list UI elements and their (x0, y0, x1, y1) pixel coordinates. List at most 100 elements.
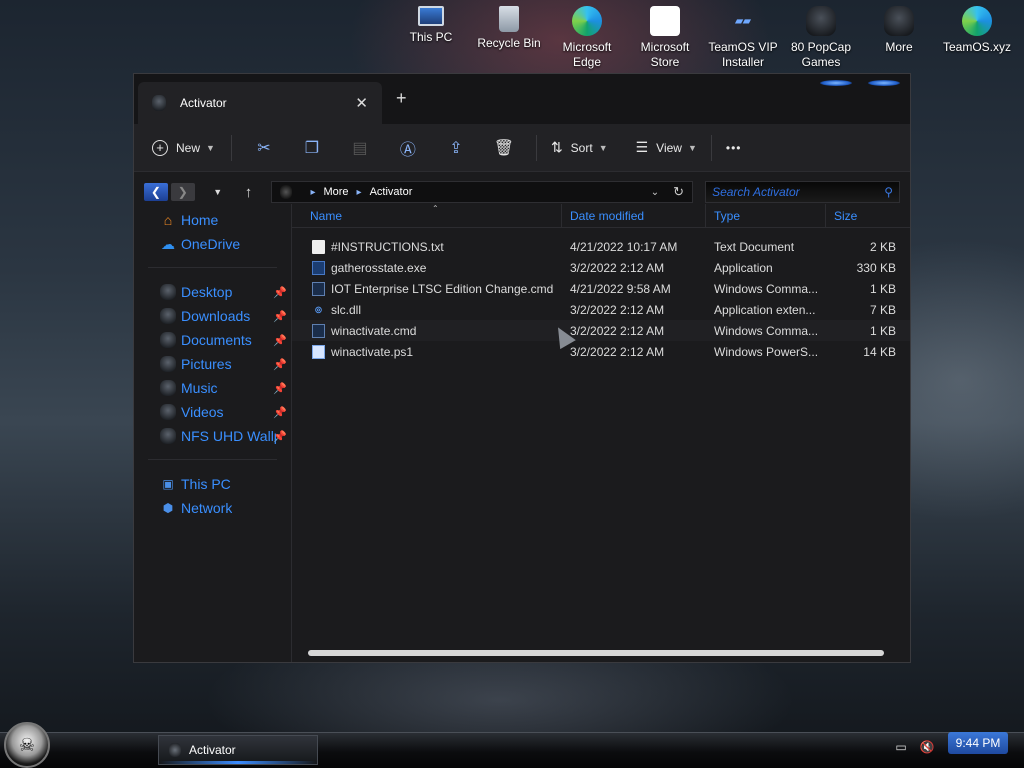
sidebar-item-documents[interactable]: Documents 📌 (134, 328, 291, 352)
new-button[interactable]: + New ▼ (152, 139, 215, 156)
paste-icon[interactable]: ▤ (336, 138, 384, 158)
desktop-icon-popcap-games[interactable]: 80 PopCap Games (782, 6, 860, 70)
up-button[interactable]: ↑ (237, 183, 261, 201)
back-button[interactable]: ❮ (144, 183, 168, 201)
file-row[interactable]: ◎ slc.dll 3/2/2022 2:12 AM Application ex… (292, 299, 910, 320)
file-date: 4/21/2022 9:58 AM (570, 281, 671, 296)
desktop-icon-microsoft-store[interactable]: Microsoft Store (626, 6, 704, 70)
file-type: Windows PowerS... (714, 344, 819, 359)
folder-icon (806, 6, 836, 36)
file-type: Windows Comma... (714, 323, 819, 338)
skull-logo-icon: ☠ (18, 734, 36, 755)
divider (134, 448, 291, 472)
close-tab-button[interactable]: ✕ (355, 94, 368, 112)
desktop-icon-recycle-bin[interactable]: Recycle Bin (470, 6, 548, 70)
file-type: Windows Comma... (714, 281, 819, 296)
see-more-button[interactable]: ••• (726, 141, 742, 155)
sidebar-item-music[interactable]: Music 📌 (134, 376, 291, 400)
sidebar-item-downloads[interactable]: Downloads 📌 (134, 304, 291, 328)
desktop-icon-teamos-xyz[interactable]: TeamOS.xyz (938, 6, 1016, 70)
desktop-icon-label: TeamOS VIP Installer (708, 40, 778, 69)
horizontal-scrollbar[interactable] (308, 650, 884, 656)
divider (535, 134, 537, 161)
column-header-type[interactable]: Type (706, 203, 826, 228)
pin-icon: 📌 (273, 430, 287, 443)
desktop-icon-this-pc[interactable]: This PC (392, 6, 470, 70)
refresh-icon[interactable]: ↻ (673, 184, 684, 200)
file-row[interactable]: gatherosstate.exe 3/2/2022 2:12 AM Appli… (292, 257, 910, 278)
file-row[interactable]: IOT Enterprise LTSC Edition Change.cmd 4… (292, 278, 910, 299)
new-tab-button[interactable]: + (396, 88, 407, 109)
rename-icon[interactable]: Ⓐ (384, 136, 432, 160)
view-button[interactable]: ☰ View ▼ (636, 139, 697, 156)
folder-icon (160, 428, 176, 444)
search-box[interactable]: ⚲ (705, 181, 900, 203)
clock[interactable]: 9:44 PM (948, 732, 1008, 754)
sidebar-item-nfs-uhd-wallpapers[interactable]: NFS UHD Wallp 📌 (134, 424, 291, 448)
column-header-size[interactable]: Size (826, 204, 902, 228)
file-date: 3/2/2022 2:12 AM (570, 344, 665, 359)
volume-muted-icon[interactable]: 🔇 (918, 739, 936, 755)
file-row[interactable]: winactivate.cmd 3/2/2022 2:12 AM Windows… (292, 320, 910, 341)
copy-icon[interactable]: ❐ (288, 138, 336, 158)
file-size: 7 KB (869, 302, 896, 317)
column-header-name[interactable]: Name (292, 203, 562, 228)
cut-icon[interactable]: ✂ (240, 138, 288, 158)
folder-icon (169, 743, 181, 757)
ps1-file-icon (312, 344, 325, 359)
forward-button[interactable]: ❯ (170, 183, 195, 201)
desktop-icon-teamos-installer[interactable]: ▰▰ TeamOS VIP Installer (704, 6, 782, 70)
sidebar-item-desktop[interactable]: Desktop 📌 (134, 280, 291, 304)
breadcrumb-activator[interactable]: Activator (370, 186, 413, 198)
chevron-down-icon[interactable]: ⌄ (651, 187, 659, 198)
monitor-icon[interactable]: ▭ (892, 739, 910, 755)
system-tray: ▭ 🔇 9:44 PM (892, 732, 1008, 755)
breadcrumb-more[interactable]: More (323, 186, 348, 198)
title-bar[interactable]: Activator ✕ + (134, 74, 910, 124)
command-bar: + New ▼ ✂ ❐ ▤ Ⓐ ⇪ 🗑 ⇅ Sort ▼ ☰ View ▼ ••… (134, 124, 910, 172)
sidebar-item-pictures[interactable]: Pictures 📌 (134, 352, 291, 376)
desktop-icon (160, 284, 176, 300)
file-type: Application exten... (714, 302, 816, 317)
start-button[interactable]: ☠ (4, 722, 50, 768)
sort-button[interactable]: ⇅ Sort ▼ (551, 139, 608, 156)
sort-label: Sort (570, 140, 593, 155)
file-date: 3/2/2022 2:12 AM (570, 323, 665, 338)
file-row[interactable]: #INSTRUCTIONS.txt 4/21/2022 10:17 AM Tex… (292, 236, 910, 257)
recent-locations-button[interactable]: ▼ (206, 183, 230, 201)
file-size: 330 KB (856, 260, 896, 275)
folder-icon (280, 185, 293, 199)
search-input[interactable] (712, 185, 885, 199)
window-control-glow[interactable] (820, 80, 852, 86)
sidebar-item-network[interactable]: ⬢ Network (134, 496, 291, 520)
file-size: 1 KB (869, 323, 896, 338)
network-icon: ⬢ (162, 501, 174, 515)
sidebar-item-this-pc[interactable]: ▣ This PC (134, 472, 291, 496)
share-icon[interactable]: ⇪ (432, 138, 480, 158)
sidebar-item-videos[interactable]: Videos 📌 (134, 400, 291, 424)
sidebar-item-home[interactable]: ⌂ Home (134, 208, 291, 232)
store-icon (650, 6, 680, 36)
desktop-icon-microsoft-edge[interactable]: Microsoft Edge (548, 6, 626, 70)
search-icon[interactable]: ⚲ (884, 185, 893, 199)
sidebar-item-label: Pictures (181, 356, 232, 372)
chevron-down-icon: ▼ (206, 142, 215, 153)
scrollbar-thumb[interactable] (308, 650, 884, 656)
desktop-icon-label: TeamOS.xyz (942, 40, 1011, 54)
sidebar-item-onedrive[interactable]: ☁ OneDrive (134, 232, 291, 256)
desktop-icon-more[interactable]: More (860, 6, 938, 70)
file-size: 14 KB (863, 344, 896, 359)
taskbar: ☠ Activator ▭ 🔇 9:44 PM (0, 722, 1024, 768)
window-control-glow[interactable] (868, 80, 900, 86)
address-bar[interactable]: ▸ More ▸ Activator ⌄ ↻ (271, 181, 694, 203)
file-row[interactable]: winactivate.ps1 3/2/2022 2:12 AM Windows… (292, 341, 910, 362)
tab-activator[interactable]: Activator ✕ (138, 82, 382, 124)
delete-icon[interactable]: 🗑 (480, 138, 528, 158)
sidebar-item-label: Videos (181, 404, 224, 420)
chevron-right-icon: ▸ (356, 186, 362, 198)
pin-icon: 📌 (273, 406, 287, 419)
column-header-date-modified[interactable]: Date modified (562, 203, 706, 228)
pin-icon: 📌 (273, 286, 287, 299)
file-list: #INSTRUCTIONS.txt 4/21/2022 10:17 AM Tex… (292, 228, 910, 362)
file-list-pane: ⌃ Name Date modified Type Size #INSTRUCT… (292, 203, 910, 662)
